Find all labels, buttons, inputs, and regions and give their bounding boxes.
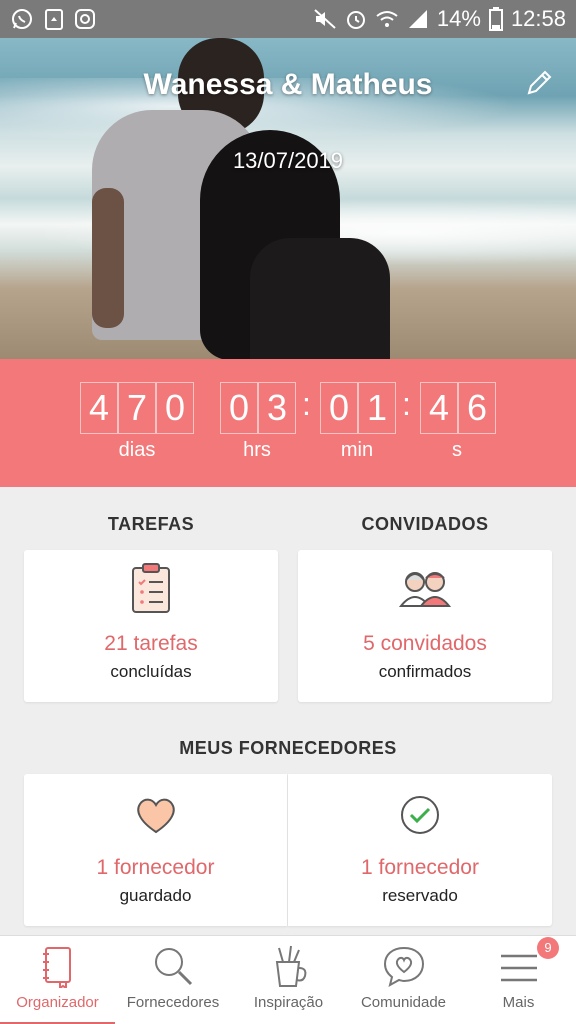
clipboard-checklist-icon bbox=[129, 562, 173, 618]
guests-sub: confirmados bbox=[378, 662, 472, 681]
nav-label: Mais bbox=[502, 994, 535, 1011]
guests-card[interactable]: 5 convidados confirmados bbox=[298, 550, 552, 702]
search-icon bbox=[151, 944, 195, 992]
battery-percent: 14% bbox=[436, 6, 481, 31]
countdown-colon: : bbox=[402, 386, 411, 422]
menu-icon bbox=[497, 944, 541, 992]
hours-digit: 3 bbox=[258, 382, 296, 434]
seconds-digit: 6 bbox=[458, 382, 496, 434]
edit-button[interactable] bbox=[524, 68, 556, 100]
countdown-colon: : bbox=[302, 386, 311, 422]
saved-vendors-count: 1 fornecedor bbox=[96, 856, 215, 879]
hours-label: hrs bbox=[243, 439, 271, 461]
status-bar: 14% 12:58 bbox=[0, 0, 576, 38]
whatsapp-icon bbox=[10, 7, 34, 31]
days-digit: 7 bbox=[118, 382, 156, 434]
saved-vendors-sub: guardado bbox=[119, 886, 192, 905]
booked-vendors-sub: reservado bbox=[382, 886, 458, 905]
booked-vendors-count: 1 fornecedor bbox=[361, 856, 479, 879]
clock: 12:58 bbox=[510, 6, 566, 31]
heart-icon bbox=[134, 796, 178, 840]
tasks-count: 21 tarefas bbox=[104, 632, 198, 655]
minutes-label: min bbox=[340, 439, 374, 461]
signal-icon bbox=[407, 8, 429, 30]
pencil-cup-icon bbox=[269, 944, 309, 992]
guests-title: CONVIDADOS bbox=[361, 514, 489, 534]
recycle-icon bbox=[44, 7, 64, 31]
bottom-navigation: Organizador Fornecedores Inspiração Comu… bbox=[0, 935, 576, 1024]
nav-label: Fornecedores bbox=[126, 994, 220, 1011]
wedding-countdown: 4 7 0 0 3 : 0 1 : 4 6 dias hrs min s bbox=[0, 359, 576, 487]
chat-heart-icon bbox=[382, 944, 426, 992]
nav-comunidade[interactable]: Comunidade bbox=[346, 936, 461, 1024]
nav-label: Comunidade bbox=[360, 994, 447, 1011]
booked-vendors-card[interactable]: 1 fornecedor reservado bbox=[288, 774, 552, 926]
couple-guests-icon bbox=[397, 568, 453, 612]
couple-names: Wanessa & Matheus bbox=[143, 68, 433, 101]
tasks-card[interactable]: 21 tarefas concluídas bbox=[24, 550, 278, 702]
notification-badge: 9 bbox=[537, 937, 559, 959]
guests-count: 5 convidados bbox=[363, 632, 487, 655]
tasks-sub: concluídas bbox=[110, 662, 192, 681]
days-digit: 4 bbox=[80, 382, 118, 434]
notebook-icon bbox=[38, 944, 78, 992]
days-label: dias bbox=[118, 439, 156, 461]
minutes-digit: 1 bbox=[358, 382, 396, 434]
vendors-title: MEUS FORNECEDORES bbox=[179, 738, 397, 758]
alarm-icon bbox=[345, 8, 367, 30]
nav-organizador[interactable]: Organizador bbox=[0, 936, 115, 1024]
seconds-digit: 4 bbox=[420, 382, 458, 434]
nav-label: Organizador bbox=[16, 994, 99, 1011]
battery-icon bbox=[488, 7, 503, 31]
check-circle-icon bbox=[399, 794, 441, 840]
nav-inspiracao[interactable]: Inspiração bbox=[231, 936, 346, 1024]
nav-fornecedores[interactable]: Fornecedores bbox=[115, 936, 231, 1024]
minutes-digit: 0 bbox=[320, 382, 358, 434]
hours-digit: 0 bbox=[220, 382, 258, 434]
couple-cover-photo: Wanessa & Matheus 13/07/2019 bbox=[0, 38, 576, 359]
nav-label: Inspiração bbox=[253, 994, 324, 1011]
saved-vendors-card[interactable]: 1 fornecedor guardado bbox=[24, 774, 287, 926]
wedding-date: 13/07/2019 bbox=[232, 148, 344, 173]
wifi-icon bbox=[375, 8, 399, 30]
days-digit: 0 bbox=[156, 382, 194, 434]
instagram-icon bbox=[74, 8, 96, 30]
pencil-icon bbox=[524, 70, 554, 102]
seconds-label: s bbox=[452, 439, 462, 461]
mute-icon bbox=[313, 8, 337, 30]
